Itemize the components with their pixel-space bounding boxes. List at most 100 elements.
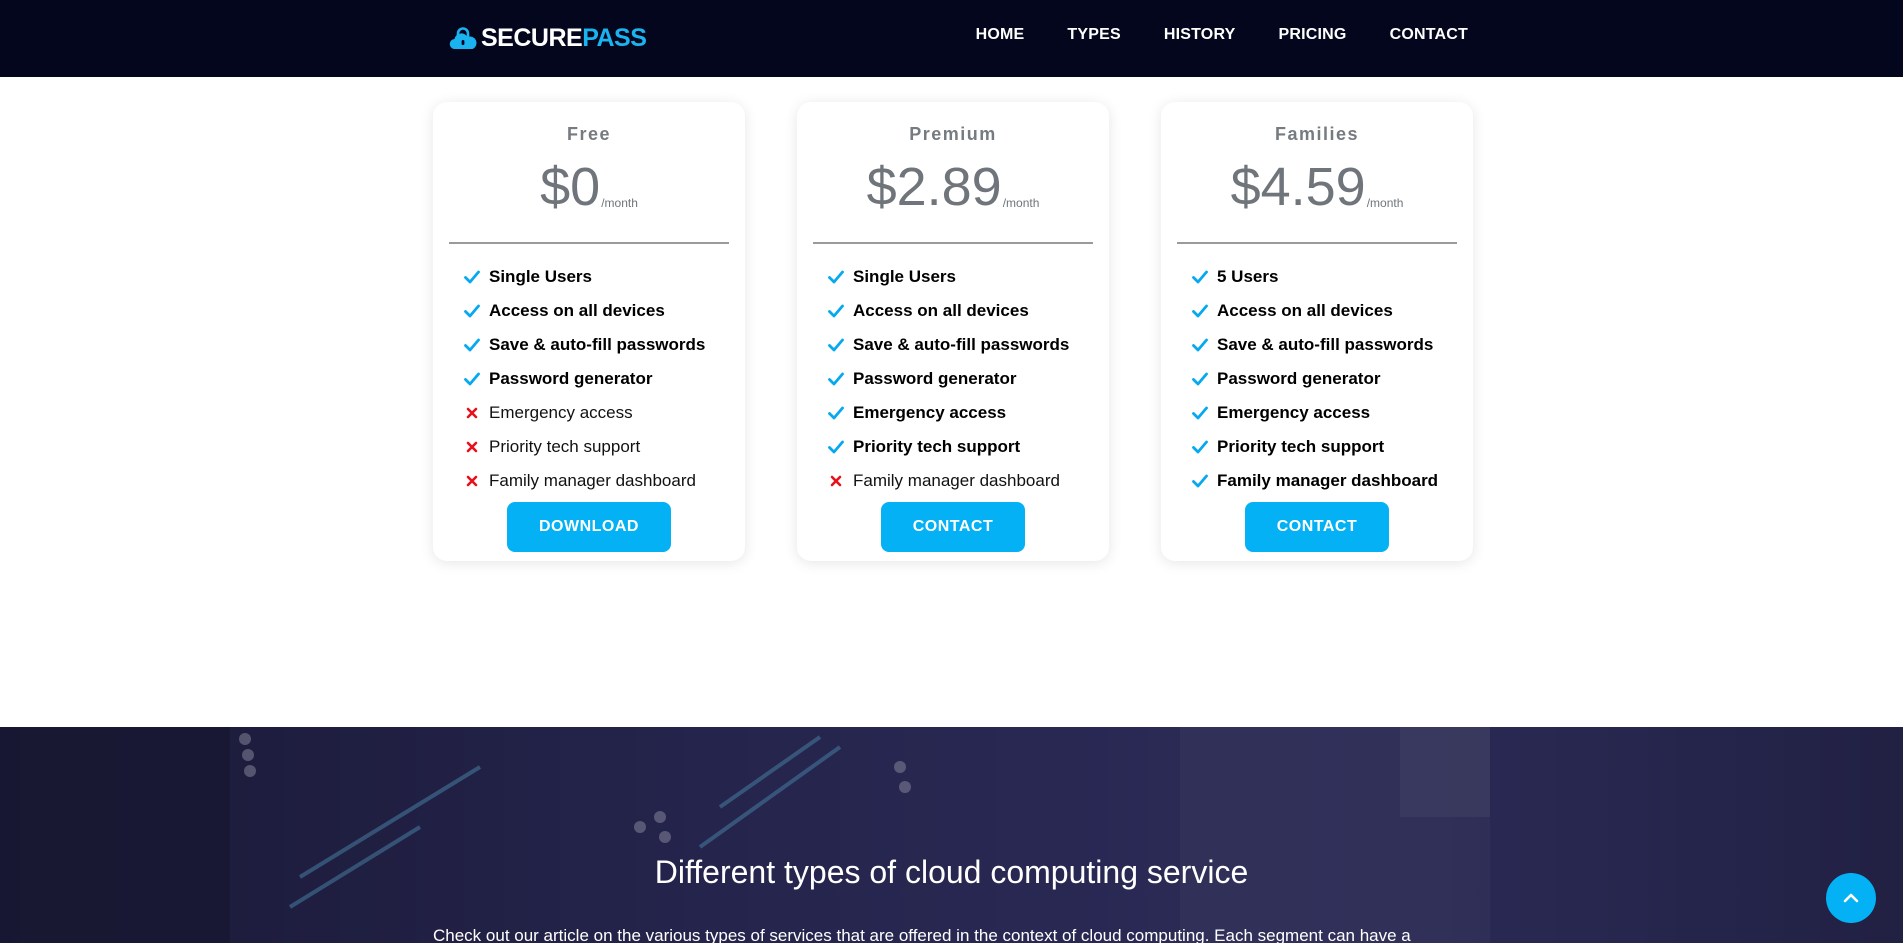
feature-item: Access on all devices <box>1192 294 1473 328</box>
plan-name: Families <box>1274 124 1360 144</box>
feature-item: Emergency access <box>828 396 1109 430</box>
check-icon <box>828 371 844 387</box>
price-unit: /month <box>1002 196 1040 210</box>
feature-label: Single Users <box>853 267 956 286</box>
check-icon <box>464 303 480 319</box>
check-icon <box>828 337 844 353</box>
feature-label: Access on all devices <box>1217 301 1393 320</box>
feature-label: Password generator <box>853 369 1017 388</box>
feature-item: Emergency access <box>464 396 745 430</box>
feature-item: Password generator <box>464 362 745 396</box>
feature-item: Password generator <box>828 362 1109 396</box>
feature-item: Single Users <box>828 260 1109 294</box>
divider <box>449 242 729 244</box>
check-icon <box>828 439 844 455</box>
check-icon <box>828 303 844 319</box>
section-text: Check out our article on the various typ… <box>433 926 1411 943</box>
cross-icon <box>828 473 844 489</box>
plan-name: Premium <box>909 124 997 144</box>
server-room-background <box>0 727 1903 943</box>
check-icon <box>464 371 480 387</box>
check-icon <box>1192 337 1208 353</box>
pricing-card-free: Free $0/month Single Users Access on all … <box>433 102 745 561</box>
feature-label: Save & auto-fill passwords <box>853 335 1070 354</box>
plan-price: $4.59/month <box>1161 156 1473 214</box>
check-icon <box>464 269 480 285</box>
feature-item: Family manager dashboard <box>464 464 745 498</box>
download-button[interactable]: DOWNLOAD <box>507 502 671 552</box>
navbar: SECUREPASS HOME TYPES HISTORY PRICING CO… <box>0 0 1903 77</box>
cloud-services-section: Different types of cloud computing servi… <box>0 727 1903 943</box>
check-icon <box>1192 371 1208 387</box>
feature-label: Single Users <box>489 267 592 286</box>
feature-label: 5 Users <box>1217 267 1279 286</box>
feature-label: Save & auto-fill passwords <box>489 335 706 354</box>
feature-list: Single Users Access on all devices Save & … <box>433 260 745 498</box>
pricing-cards: Free $0/month Single Users Access on all … <box>433 102 1473 561</box>
brand-name: SECUREPASS <box>481 23 647 52</box>
feature-label: Access on all devices <box>489 301 665 320</box>
plan-price: $0/month <box>433 156 745 214</box>
pricing-card-families: Families $4.59/month 5 Users Access on al… <box>1161 102 1473 561</box>
plan-name: Free <box>566 124 612 144</box>
feature-item: Access on all devices <box>828 294 1109 328</box>
brand-logo[interactable]: SECUREPASS <box>449 21 647 55</box>
check-icon <box>1192 473 1208 489</box>
price-unit: /month <box>1366 196 1404 210</box>
nav-menu: HOME TYPES HISTORY PRICING CONTACT <box>976 26 1468 44</box>
nav-pricing-link[interactable]: PRICING <box>1278 26 1346 43</box>
feature-item: Priority tech support <box>828 430 1109 464</box>
nav-home-link[interactable]: HOME <box>976 26 1025 43</box>
feature-label: Emergency access <box>853 403 1007 422</box>
feature-item: Password generator <box>1192 362 1473 396</box>
feature-label: Priority tech support <box>1217 437 1385 456</box>
cross-icon <box>464 473 480 489</box>
feature-item: Access on all devices <box>464 294 745 328</box>
contact-button[interactable]: CONTACT <box>1244 502 1390 552</box>
feature-item: Family manager dashboard <box>828 464 1109 498</box>
scroll-to-top-button[interactable] <box>1826 873 1876 923</box>
feature-label: Family manager dashboard <box>853 471 1060 490</box>
feature-label: Access on all devices <box>853 301 1029 320</box>
plan-price: $2.89/month <box>797 156 1109 214</box>
check-icon <box>1192 439 1208 455</box>
price-amount: $2.89 <box>866 157 1002 217</box>
feature-item: Save & auto-fill passwords <box>464 328 745 362</box>
cross-icon <box>464 439 480 455</box>
cross-icon <box>464 405 480 421</box>
contact-button[interactable]: CONTACT <box>880 502 1026 552</box>
feature-item: Save & auto-fill passwords <box>1192 328 1473 362</box>
feature-label: Emergency access <box>1217 403 1371 422</box>
check-icon <box>828 269 844 285</box>
check-icon <box>828 405 844 421</box>
feature-item: Emergency access <box>1192 396 1473 430</box>
feature-item: Family manager dashboard <box>1192 464 1473 498</box>
price-amount: $0 <box>540 157 601 217</box>
feature-label: Family manager dashboard <box>489 471 696 490</box>
feature-item: Save & auto-fill passwords <box>828 328 1109 362</box>
feature-item: Single Users <box>464 260 745 294</box>
divider <box>1177 242 1457 244</box>
nav-types-link[interactable]: TYPES <box>1067 26 1120 43</box>
feature-label: Family manager dashboard <box>1217 471 1439 490</box>
price-unit: /month <box>601 196 638 210</box>
check-icon <box>1192 269 1208 285</box>
price-amount: $4.59 <box>1230 157 1366 217</box>
feature-list: 5 Users Access on all devices Save & auto-… <box>1161 260 1473 498</box>
feature-list: Single Users Access on all devices Save & … <box>797 260 1109 498</box>
cloud-lock-icon <box>449 27 477 50</box>
feature-label: Emergency access <box>489 403 633 422</box>
feature-label: Priority tech support <box>489 437 641 456</box>
nav-history-link[interactable]: HISTORY <box>1164 26 1236 43</box>
divider <box>813 242 1093 244</box>
nav-contact-link[interactable]: CONTACT <box>1390 26 1468 43</box>
section-title: Different types of cloud computing servi… <box>654 854 1249 890</box>
chevron-up-icon <box>1843 893 1859 903</box>
check-icon <box>1192 405 1208 421</box>
feature-label: Password generator <box>489 369 653 388</box>
feature-item: Priority tech support <box>464 430 745 464</box>
check-icon <box>464 337 480 353</box>
feature-label: Save & auto-fill passwords <box>1217 335 1434 354</box>
check-icon <box>1192 303 1208 319</box>
feature-item: 5 Users <box>1192 260 1473 294</box>
